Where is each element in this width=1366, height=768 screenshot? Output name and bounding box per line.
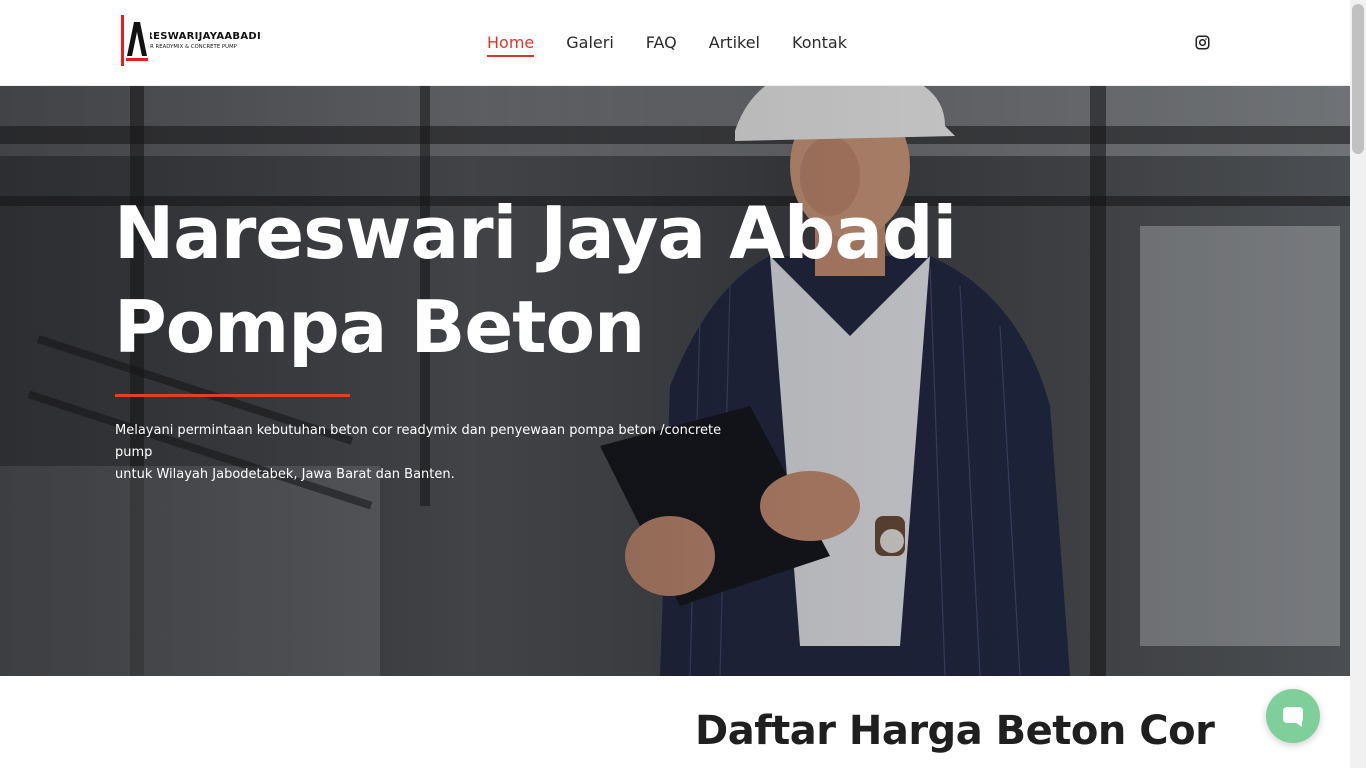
nav-artikel[interactable]: Artikel [693, 0, 776, 86]
section-title-price-list: Daftar Harga Beton Cor [695, 708, 1215, 754]
chat-icon [1283, 707, 1303, 727]
logo-mark-icon [121, 15, 150, 66]
nav-galeri[interactable]: Galeri [550, 0, 630, 86]
hero-banner: Nareswari Jaya Abadi Pompa Beton Melayan… [0, 86, 1350, 676]
hero-title-line-2: Pompa Beton [114, 285, 645, 369]
page-scrollbar[interactable] [1350, 0, 1366, 768]
scrollbar-thumb[interactable] [1352, 4, 1364, 154]
site-header: NARESWARIJAYAABADI SUPPLIER READYMIX & C… [0, 0, 1350, 86]
chat-button[interactable] [1266, 689, 1320, 743]
nav-kontak[interactable]: Kontak [776, 0, 863, 86]
hero-overlay [0, 86, 1350, 676]
hero-title-line-1: Nareswari Jaya Abadi [114, 191, 957, 275]
hero-description: Melayani permintaan kebutuhan beton cor … [115, 420, 755, 486]
nav-home[interactable]: Home [471, 0, 550, 86]
hero-divider [115, 394, 350, 397]
hero-description-line-1: Melayani permintaan kebutuhan beton cor … [115, 423, 722, 460]
nav-faq[interactable]: FAQ [630, 0, 693, 86]
brand-logo[interactable]: NARESWARIJAYAABADI SUPPLIER READYMIX & C… [121, 15, 261, 66]
main-nav: Home Galeri FAQ Artikel Kontak [471, 0, 863, 86]
hero-title: Nareswari Jaya Abadi Pompa Beton [114, 186, 1014, 374]
instagram-icon[interactable] [1195, 35, 1210, 50]
hero-description-line-2: untuk Wilayah Jabodetabek, Jawa Barat da… [115, 467, 455, 482]
